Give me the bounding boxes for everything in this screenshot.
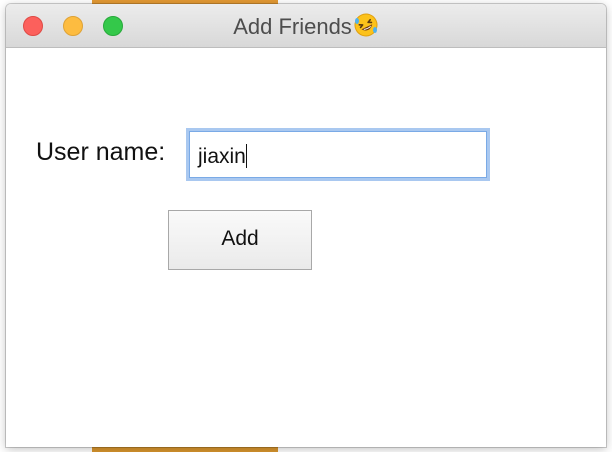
user-name-input[interactable]: jiaxin <box>189 131 487 178</box>
add-friends-window: Add Friends User name: jiaxin Add <box>6 4 606 447</box>
window-title-text: Add Friends <box>233 14 352 39</box>
rolling-on-floor-laughing-emoji-icon <box>354 13 378 37</box>
window-title: Add Friends <box>6 4 606 47</box>
title-bar[interactable]: Add Friends <box>6 4 606 48</box>
user-name-label: User name: <box>36 138 166 166</box>
user-name-input-value: jiaxin <box>198 145 246 168</box>
background-window-edge-bottom <box>92 447 278 452</box>
text-caret <box>245 144 247 168</box>
add-button-label: Add <box>221 227 259 250</box>
add-button[interactable]: Add <box>168 210 312 270</box>
